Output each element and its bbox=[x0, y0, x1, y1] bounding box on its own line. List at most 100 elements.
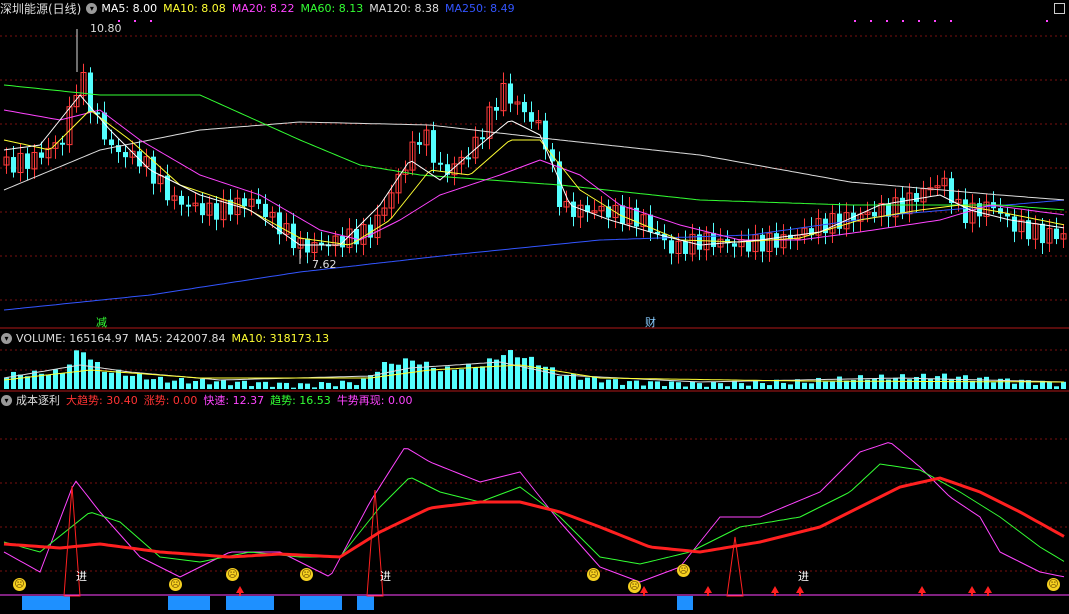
signal-dot bbox=[918, 20, 920, 22]
volume-bar bbox=[788, 384, 793, 389]
candle-body bbox=[529, 112, 534, 122]
volume-bar bbox=[1054, 386, 1059, 389]
volume-bar bbox=[704, 386, 709, 389]
volume-bar bbox=[739, 383, 744, 389]
volume-bar bbox=[53, 369, 58, 389]
volume-bar bbox=[508, 350, 513, 389]
event-label-cai[interactable]: 财 bbox=[645, 314, 656, 330]
candle-body bbox=[732, 243, 737, 247]
volume-bar bbox=[123, 375, 128, 389]
volume-bar bbox=[340, 380, 345, 389]
volume-bar bbox=[74, 350, 79, 389]
up-arrow-icon bbox=[968, 586, 976, 593]
volume-bar bbox=[452, 369, 457, 389]
volume-bar bbox=[480, 366, 485, 389]
candle-body bbox=[242, 198, 247, 207]
volume-bar bbox=[431, 367, 436, 389]
volume-bar bbox=[1012, 383, 1017, 389]
volume-bar bbox=[676, 382, 681, 389]
volume-ma5-label: MA5: 242007.84 bbox=[134, 331, 226, 345]
up-arrow-icon bbox=[640, 586, 648, 593]
volume-bar bbox=[193, 380, 198, 389]
volume-bar bbox=[67, 364, 72, 389]
circle-arrow-icon[interactable]: ▾ bbox=[1, 394, 12, 406]
candle-body bbox=[417, 142, 422, 145]
candle-body bbox=[340, 236, 345, 248]
volume-bar bbox=[578, 379, 583, 389]
volume-bar bbox=[326, 382, 331, 389]
candle-body bbox=[305, 238, 310, 253]
volume-bar bbox=[263, 381, 268, 389]
volume-bar bbox=[242, 380, 247, 389]
ma120-label: MA120: 8.38 bbox=[369, 1, 439, 15]
volume-bar bbox=[984, 376, 989, 389]
candle-body bbox=[39, 152, 44, 158]
volume-bar bbox=[305, 383, 310, 389]
volume-bar bbox=[662, 386, 667, 389]
volume-label: VOLUME: 165164.97 bbox=[16, 331, 129, 345]
candle-body bbox=[963, 199, 968, 223]
candle-body bbox=[508, 83, 513, 104]
candle-body bbox=[25, 153, 30, 169]
low-price-label: 7.62 bbox=[312, 258, 337, 271]
candle-body bbox=[1040, 223, 1045, 244]
volume-bar bbox=[298, 383, 303, 389]
signal-label-jin-2: 进 bbox=[380, 570, 391, 583]
volume-panel[interactable]: ▾ VOLUME: 165164.97 MA5: 242007.84 MA10:… bbox=[0, 330, 1069, 392]
volume-bar bbox=[186, 383, 191, 389]
event-label-jian[interactable]: 减 bbox=[96, 314, 107, 330]
volume-bar bbox=[725, 386, 730, 389]
volume-bar bbox=[494, 359, 499, 389]
up-arrow-icon bbox=[918, 586, 926, 593]
volume-bar bbox=[235, 381, 240, 389]
volume-bar bbox=[424, 361, 429, 389]
volume-bar bbox=[207, 384, 212, 389]
volume-bar bbox=[102, 371, 107, 389]
ma60-line bbox=[3, 84, 1065, 211]
volume-bar bbox=[655, 381, 660, 389]
candle-body bbox=[1054, 228, 1059, 240]
volume-bar bbox=[935, 376, 940, 389]
sad-face-icon: ☹ bbox=[226, 568, 239, 581]
circle-arrow-icon[interactable]: ▾ bbox=[86, 2, 98, 14]
volume-bar bbox=[963, 375, 968, 389]
volume-bar bbox=[613, 379, 618, 389]
indicator-panel[interactable]: ▾ 成本逐利 大趋势: 30.40 涨势: 0.00 快速: 12.37 趋势:… bbox=[0, 392, 1069, 614]
volume-bar bbox=[291, 387, 296, 389]
sad-face-icon: ☹ bbox=[587, 568, 600, 581]
volume-bar bbox=[277, 382, 282, 389]
volume-bar bbox=[515, 357, 520, 389]
sad-face-icon: ☹ bbox=[677, 564, 690, 577]
volume-bar bbox=[760, 383, 765, 389]
sad-face-icon: ☹ bbox=[13, 578, 26, 591]
candle-body bbox=[88, 72, 93, 113]
volume-bar bbox=[949, 379, 954, 389]
volume-bar bbox=[781, 382, 786, 389]
volume-bar bbox=[95, 362, 100, 389]
candle-body bbox=[256, 199, 261, 204]
signal-dot bbox=[854, 20, 856, 22]
candle-body bbox=[319, 242, 324, 245]
volume-bar bbox=[1047, 381, 1052, 389]
volume-bar bbox=[711, 381, 716, 389]
candle-body bbox=[200, 203, 205, 216]
price-panel[interactable]: 深圳能源(日线) ▾ MA5: 8.00 MA10: 8.08 MA20: 8.… bbox=[0, 0, 1069, 330]
sad-face-icon: ☹ bbox=[169, 578, 182, 591]
volume-bar bbox=[844, 380, 849, 389]
candle-body bbox=[571, 201, 576, 217]
ma20-line bbox=[3, 109, 1065, 241]
signal-dot bbox=[1046, 20, 1048, 22]
candle-body bbox=[214, 203, 219, 220]
volume-bar bbox=[144, 379, 149, 389]
signal-dot bbox=[934, 20, 936, 22]
volume-bar bbox=[648, 381, 653, 389]
volume-bar bbox=[389, 363, 394, 389]
circle-arrow-icon[interactable]: ▾ bbox=[1, 332, 12, 344]
volume-bar bbox=[1061, 381, 1066, 389]
volume-bar bbox=[333, 386, 338, 389]
volume-header: ▾ VOLUME: 165164.97 MA5: 242007.84 MA10:… bbox=[0, 330, 335, 346]
indicator-name: 成本逐利 bbox=[16, 394, 60, 407]
signal-label-jin-1: 进 bbox=[76, 570, 87, 583]
volume-bar bbox=[669, 381, 674, 389]
volume-bar bbox=[606, 379, 611, 389]
